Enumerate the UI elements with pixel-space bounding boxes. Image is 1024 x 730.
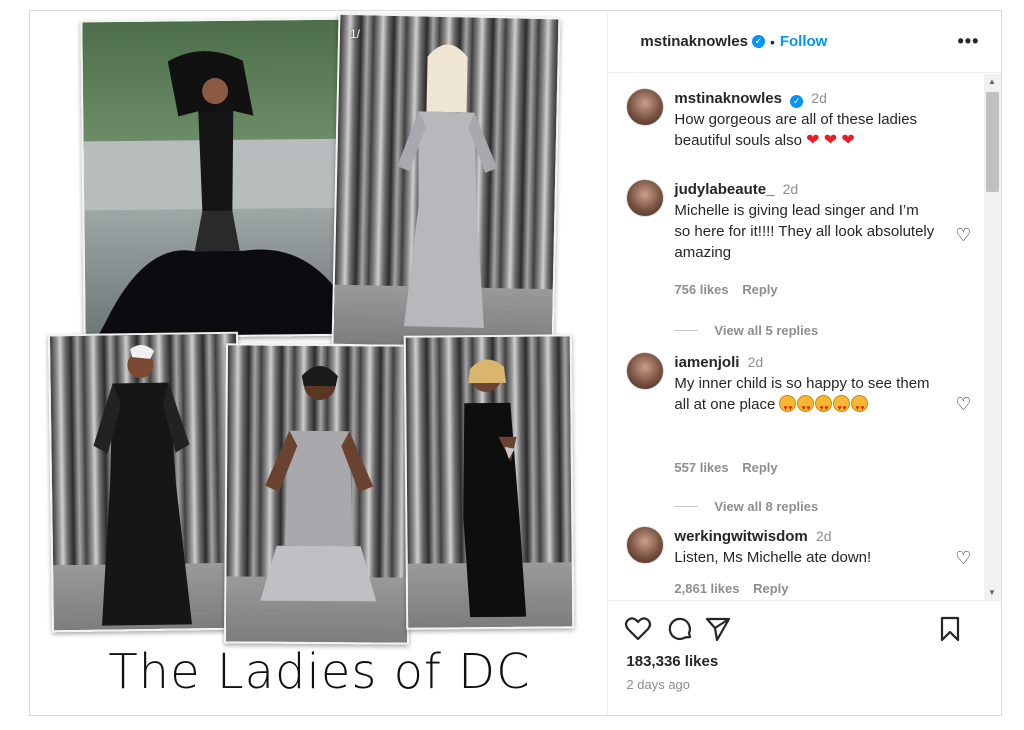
collage-caption-text: The Ladies of DC — [108, 644, 531, 700]
comment-meta: 557 likes Reply — [674, 460, 787, 475]
comment-like-heart-icon[interactable]: ♡ — [955, 225, 971, 246]
comment-body: judylabeaute_ 2d Michelle is giving lead… — [674, 179, 934, 263]
scroll-up-arrow-icon[interactable]: ▲ — [988, 77, 996, 86]
comment-time[interactable]: 2d — [783, 181, 799, 197]
scrollbar-thumb[interactable] — [986, 92, 999, 192]
avatar[interactable] — [626, 88, 665, 126]
comment-likes[interactable]: 557 likes — [674, 460, 728, 475]
figure-silver-mermaid — [260, 366, 377, 602]
comment-text: Listen, Ms Michelle ate down! — [674, 549, 872, 566]
post-header: mstinaknowles ✓ • Follow ••• — [608, 11, 1002, 73]
comment-item: iamenjoli 2d My inner child is so happy … — [626, 352, 976, 522]
scroll-down-arrow-icon[interactable]: ▼ — [988, 588, 996, 597]
reply-button[interactable]: Reply — [753, 581, 788, 596]
comment-meta: 756 likes Reply — [674, 282, 787, 297]
heart-eyes-emoji-icon — [797, 395, 815, 419]
comment-username[interactable]: werkingwitwisdom — [674, 528, 807, 545]
follow-button[interactable]: Follow — [780, 33, 828, 50]
carousel-page-indicator: 1/ — [350, 27, 361, 41]
figure-black-cutout — [463, 359, 527, 618]
header-username[interactable]: mstinaknowles — [640, 33, 748, 50]
reply-button[interactable]: Reply — [742, 282, 777, 297]
collage-photo-black-cutout — [403, 334, 575, 630]
collage-photo-silver-gown — [331, 12, 561, 351]
red-heart-emoji-icon: ❤ — [806, 132, 820, 149]
post-timestamp[interactable]: 2 days ago — [626, 677, 690, 692]
verified-badge-icon: ✓ — [751, 35, 765, 48]
comment-text: How gorgeous are all of these ladies bea… — [674, 111, 918, 149]
heart-icon[interactable] — [624, 615, 652, 643]
red-heart-emoji-icon: ❤ — [841, 132, 855, 149]
heart-eyes-emoji-icon — [833, 395, 851, 419]
comment-body: iamenjoli 2d My inner child is so happy … — [674, 352, 934, 419]
red-heart-emoji-icon: ❤ — [823, 132, 838, 149]
view-replies-label: View all 8 replies — [714, 499, 819, 514]
figure-leather-gown — [93, 345, 192, 626]
comment-text: Michelle is giving lead singer and I’m s… — [674, 202, 935, 261]
comment-time[interactable]: 2d — [811, 90, 827, 106]
comment-time[interactable]: 2d — [816, 528, 832, 544]
post-actions-bar: 183,336 likes 2 days ago — [608, 600, 1002, 715]
comment-time[interactable]: 2d — [748, 354, 764, 370]
view-replies-button[interactable]: View all 8 replies — [674, 499, 818, 514]
avatar[interactable] — [626, 179, 665, 217]
comment-likes[interactable]: 2,861 likes — [674, 581, 739, 596]
comment-username[interactable]: mstinaknowles — [674, 90, 782, 107]
view-replies-button[interactable]: View all 5 replies — [674, 323, 818, 338]
comment-like-heart-icon[interactable]: ♡ — [955, 394, 971, 415]
comment-body: mstinaknowles ✓ 2d How gorgeous are all … — [674, 88, 934, 151]
comment-bubble-icon[interactable] — [666, 615, 694, 643]
reply-button[interactable]: Reply — [742, 460, 777, 475]
comment-likes[interactable]: 756 likes — [674, 282, 728, 297]
verified-badge-icon: ✓ — [790, 95, 804, 108]
avatar[interactable] — [626, 352, 665, 390]
comment-like-heart-icon[interactable]: ♡ — [955, 548, 971, 569]
post-media-collage[interactable]: 1/ The Ladies of DC — [30, 11, 609, 715]
replies-divider — [674, 506, 699, 507]
caption-comment: mstinaknowles ✓ 2d How gorgeous are all … — [626, 88, 976, 158]
comment-item: werkingwitwisdom 2d Listen, Ms Michelle … — [626, 526, 976, 600]
bookmark-icon[interactable] — [936, 615, 964, 643]
heart-eyes-emoji-icon — [779, 395, 797, 419]
figure-black-gown — [95, 51, 356, 339]
post-likes-count[interactable]: 183,336 likes — [626, 653, 718, 670]
paper-plane-icon[interactable] — [704, 615, 732, 643]
comments-list[interactable]: mstinaknowles ✓ 2d How gorgeous are all … — [608, 74, 1001, 600]
collage-photo-silver-mermaid — [223, 343, 412, 645]
comment-username[interactable]: iamenjoli — [674, 354, 739, 371]
figure-silver-gown — [397, 44, 498, 328]
replies-divider — [674, 330, 699, 331]
collage-photo-black-gown — [80, 17, 359, 339]
comment-item: judylabeaute_ 2d Michelle is giving lead… — [626, 179, 976, 349]
more-options-icon[interactable]: ••• — [958, 31, 980, 52]
heart-eyes-emoji-icon — [815, 395, 833, 419]
header-separator: • — [769, 33, 775, 50]
comment-username[interactable]: judylabeaute_ — [674, 181, 774, 198]
view-replies-label: View all 5 replies — [714, 323, 819, 338]
comment-meta: 2,861 likes Reply — [674, 581, 798, 596]
post-modal: 1/ The Ladies of DC mstinaknowles ✓ • Fo… — [29, 10, 1002, 716]
comment-body: werkingwitwisdom 2d Listen, Ms Michelle … — [674, 526, 934, 568]
collage-photo-leather-gown — [47, 331, 243, 633]
heart-eyes-emoji-icon — [851, 395, 869, 419]
avatar[interactable] — [626, 526, 665, 564]
post-side-panel: mstinaknowles ✓ • Follow ••• mstinaknowl… — [608, 11, 1002, 715]
comments-scrollbar[interactable]: ▲ ▼ — [984, 74, 1001, 600]
